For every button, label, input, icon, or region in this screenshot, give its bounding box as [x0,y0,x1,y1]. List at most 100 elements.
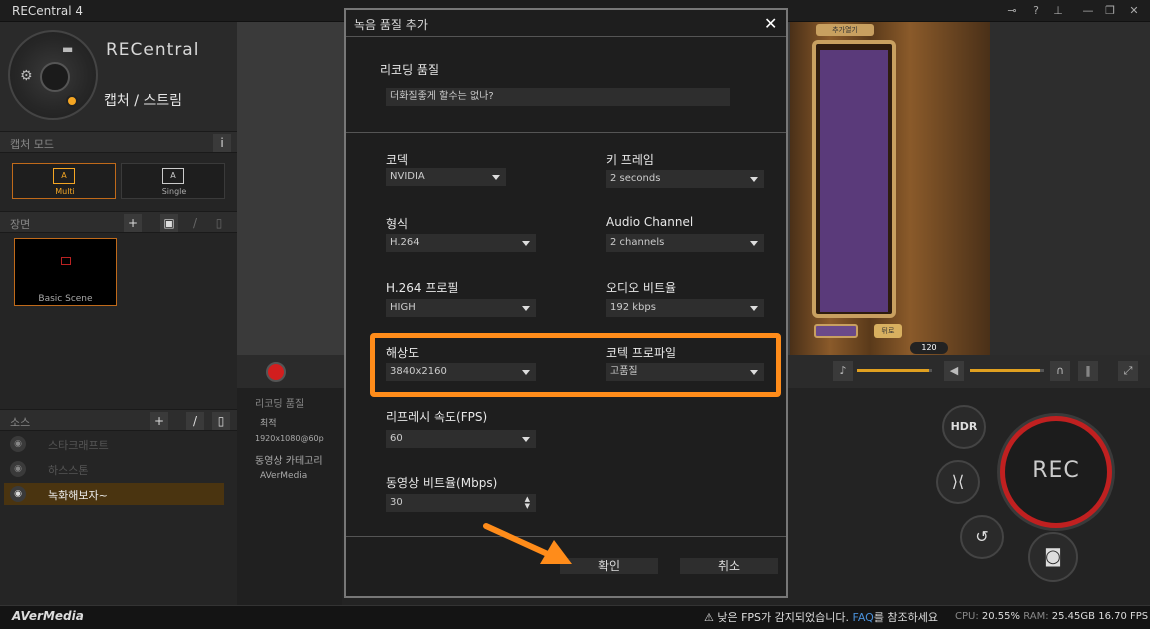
scene-header: 장면 + ▣ / ▯ [0,211,237,233]
help-icon[interactable]: ? [1028,3,1044,19]
edit-source-icon[interactable]: / [186,412,204,430]
cancel-button[interactable]: 취소 [680,558,778,574]
source-item[interactable]: ◉ 스타크래프트 [4,433,224,455]
recording-info-area [237,388,342,605]
format-select[interactable]: H.264 [386,234,536,252]
chevron-down-icon [522,306,530,311]
eye-icon[interactable]: ◉ [10,436,26,452]
mode-single[interactable]: A Single [121,163,225,199]
save-scene-icon[interactable]: ▣ [160,214,178,232]
source-item-selected[interactable]: ◉ 녹화해보자~ [4,483,224,505]
camera-icon[interactable]: ◙ [1028,532,1078,582]
minimize-button[interactable]: — [1080,3,1096,19]
source-header: 소스 + / ▯ [0,409,237,431]
record-indicator-icon[interactable] [266,362,286,382]
pin-icon[interactable]: ⊸ [1004,3,1020,19]
fps-value: 16.70 FPS [1095,611,1149,622]
codec-select[interactable]: NVIDIA [386,168,506,186]
dial-indicator-dot [66,95,78,107]
always-on-top-icon[interactable]: ⊥ [1050,3,1066,19]
dialog-title: 녹음 품질 추가 [354,18,428,32]
single-icon: A [162,168,184,184]
source-name: 녹화해보자~ [48,489,108,502]
cpu-value: 20.55% [981,611,1021,622]
video-bitrate-label: 동영상 비트율(Mbps) [386,476,498,490]
record-label: REC [1032,458,1080,483]
close-window-button[interactable]: ✕ [1126,3,1142,19]
mode-dial[interactable]: ⚙ ▬ [8,30,98,120]
scene-name: Basic Scene [38,294,93,304]
name-input[interactable]: 더화질좋게 할수는 없나? [386,88,730,106]
mixer-icon[interactable]: ‖ [1078,361,1098,381]
category-label: 동영상 카테고리 [255,456,323,467]
window-title: RECentral 4 [12,4,84,18]
eye-icon[interactable]: ◉ [10,486,26,502]
chevron-down-icon [750,306,758,311]
source-name: 하스스톤 [48,464,89,477]
scene-thumbnail[interactable]: Basic Scene [14,238,117,306]
record-button[interactable]: REC [1000,416,1112,528]
format-label: 형식 [386,217,409,231]
split-icon[interactable]: ⟩⟨ [936,460,980,504]
mode-label: Single [161,187,187,196]
audio-channel-select[interactable]: 2 channels [606,234,764,252]
close-icon[interactable]: ✕ [764,14,777,33]
video-bitrate-stepper[interactable]: 30 ▲ ▼ [386,494,536,512]
folder-icon[interactable]: ▬ [62,42,73,56]
game-scroll [812,40,896,318]
brand-logo: RECentral [106,40,200,60]
left-panel: ⚙ ▬ RECentral 캡처 / 스트림 캡처 모드 i A Multi A… [0,22,237,605]
edit-scene-icon[interactable]: / [186,214,204,232]
chevron-down-icon [750,177,758,182]
preview-right-area [990,22,1150,355]
system-stats: CPU: 20.55% RAM: 25.45GB 16.70 FPS [955,611,1149,622]
game-gold: 120 [910,342,948,354]
mic-meter[interactable] [857,369,929,372]
mode-subtitle: 캡처 / 스트림 [104,93,183,109]
audio-bitrate-select[interactable]: 192 kbps [606,299,764,317]
scene-label: 장면 [10,218,31,231]
faq-link[interactable]: FAQ [853,611,874,624]
eye-icon[interactable]: ◉ [10,461,26,477]
speaker-icon[interactable]: ◀ [944,361,964,381]
delete-scene-icon[interactable]: ▯ [210,214,228,232]
resolution-value: 1920x1080@60p [255,434,324,443]
keyframe-select[interactable]: 2 seconds [606,170,764,188]
profile-select[interactable]: HIGH [386,299,536,317]
quality-value: 최적 [260,419,277,429]
source-name: 스타크래프트 [48,439,109,452]
hdr-button[interactable]: HDR [942,405,986,449]
fullscreen-icon[interactable]: ⤢ [1118,361,1138,381]
add-source-button[interactable]: + [150,412,168,430]
warning-text: ⚠ 낮은 FPS가 감지되었습니다. [704,611,853,624]
source-item[interactable]: ◉ 하스스톤 [4,458,224,480]
game-tag: 추가열기 [816,24,874,36]
game-button [814,324,858,338]
capture-mode-label: 캡처 모드 [10,138,54,151]
mode-label: Multi [55,187,75,196]
fps-label: 리프레시 속도(FPS) [386,410,488,424]
annotation-arrow-icon [483,523,572,564]
highlight-box [370,333,781,397]
fps-select[interactable]: 60 [386,430,536,448]
microphone-icon[interactable]: ♪ [833,361,853,381]
headphone-icon[interactable]: ∩ [1050,361,1070,381]
maximize-button[interactable]: ❐ [1102,3,1118,19]
stepper-arrows-icon: ▲ ▼ [524,495,530,510]
mode-multi[interactable]: A Multi [12,163,116,199]
add-scene-button[interactable]: + [124,214,142,232]
audio-channel-label: Audio Channel [606,215,694,229]
gear-icon[interactable]: ⚙ [20,68,33,84]
logo-area: ⚙ ▬ RECentral 캡처 / 스트림 [0,22,237,132]
chevron-down-icon [750,241,758,246]
chevron-down-icon [522,437,530,442]
category-value: AVerMedia [260,471,308,481]
delete-source-icon[interactable]: ▯ [212,412,230,430]
info-icon[interactable]: i [213,134,231,152]
source-label: 소스 [10,416,31,429]
replay-icon[interactable]: ↺ [960,515,1004,559]
add-recording-quality-dialog: 녹음 품질 추가 ✕ 리코딩 품질 더화질좋게 할수는 없나? 코덱 NVIDI… [344,8,788,598]
chevron-down-icon [492,175,500,180]
codec-label: 코덱 [386,153,409,167]
speaker-meter[interactable] [970,369,1040,372]
